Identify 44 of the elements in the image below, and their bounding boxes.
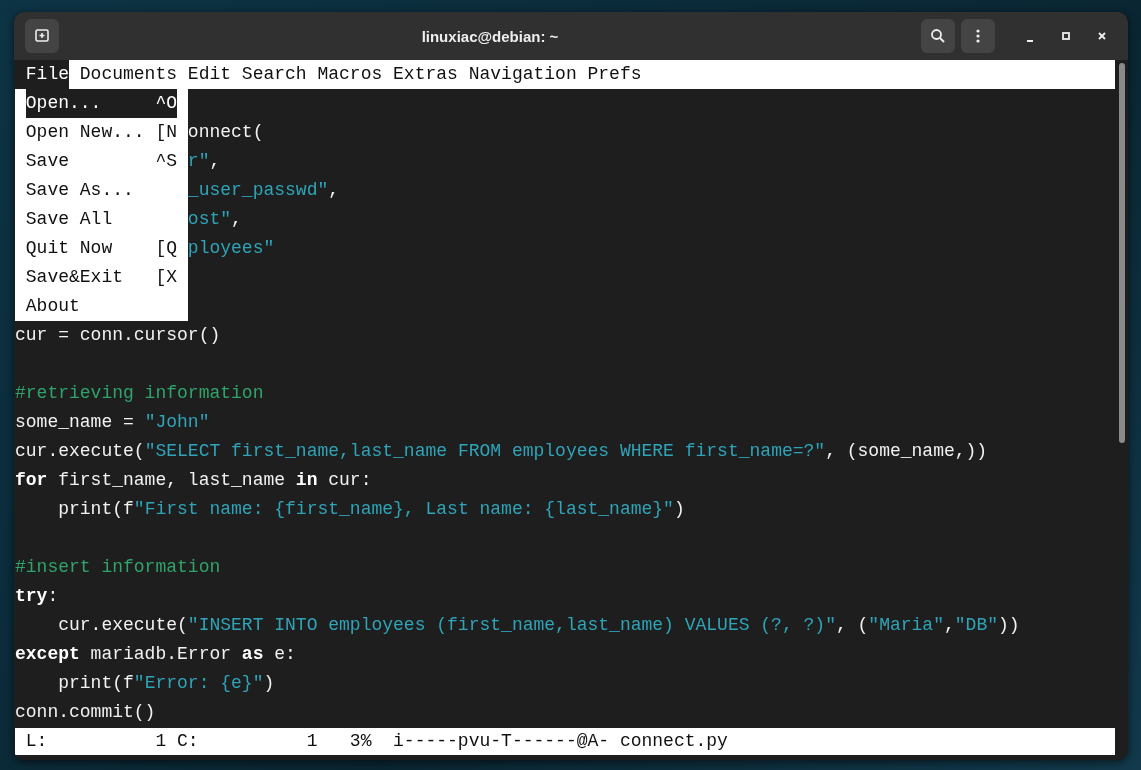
search-button[interactable] xyxy=(921,19,955,53)
code-line: onnect( xyxy=(187,121,264,144)
menu-item[interactable]: Navigation xyxy=(457,60,577,89)
search-icon xyxy=(930,28,946,44)
menu-option[interactable]: Save ^S xyxy=(25,147,177,176)
code-line: r", xyxy=(187,150,221,173)
menu-item[interactable]: File xyxy=(15,60,69,89)
code-line: #retrieving information xyxy=(15,382,264,405)
menu-item[interactable]: Prefs xyxy=(576,60,642,89)
menu-option[interactable]: Open New... [N xyxy=(25,118,177,147)
code-line: print(f"Error: {e}") xyxy=(58,672,275,695)
code-line: try: xyxy=(15,585,59,608)
scrollbar-thumb[interactable] xyxy=(1119,63,1125,443)
menu-button[interactable] xyxy=(961,19,995,53)
code-line: ost", xyxy=(187,208,242,231)
status-bar: L: 1 C: 1 3% i-----pvu-T------@A- connect.py xyxy=(15,728,1115,755)
minimize-icon xyxy=(1027,40,1033,42)
close-icon xyxy=(1098,32,1106,40)
code-line: cur.execute("SELECT first_name,last_name FROM employees WHERE first_name=?", (some_name,)) xyxy=(15,440,988,463)
maximize-icon xyxy=(1062,32,1070,40)
menu-item[interactable]: Edit xyxy=(177,60,232,89)
menu-item[interactable]: Search xyxy=(231,60,307,89)
code-line: print(f"First name: {first_name}, Last name: {last_name}") xyxy=(58,498,685,521)
menu-option[interactable]: About xyxy=(25,292,177,321)
menu-item[interactable]: Macros xyxy=(306,60,383,89)
new-tab-icon xyxy=(34,28,50,44)
code-line: some_name = "John" xyxy=(15,411,210,434)
menu-option[interactable]: Save&Exit [X xyxy=(25,263,177,292)
menu-option[interactable]: Save As... xyxy=(25,176,177,205)
menu-option[interactable]: Quit Now [Q xyxy=(25,234,177,263)
code-line: except mariadb.Error as e: xyxy=(15,643,296,666)
code-line: ployees" xyxy=(187,237,275,260)
new-tab-button[interactable] xyxy=(25,19,59,53)
code-line: _user_passwd", xyxy=(187,179,340,202)
code-line: cur = conn.cursor() xyxy=(15,324,221,347)
code-line: #insert information xyxy=(15,556,221,579)
code-line: for first_name, last_name in cur: xyxy=(15,469,372,492)
menu-option[interactable]: Open... ^O xyxy=(25,89,177,118)
menu-option[interactable]: Save All xyxy=(25,205,177,234)
menu-item[interactable]: Extras xyxy=(382,60,458,89)
window-title: linuxiac@debian: ~ xyxy=(420,27,560,45)
code-line: conn.commit() xyxy=(15,701,156,724)
code-line: cur.execute("INSERT INTO employees (first_name,last_name) VALUES (?, ?)", ("Maria","DB")) xyxy=(58,614,1020,637)
menu-item[interactable]: Documents xyxy=(69,60,178,89)
